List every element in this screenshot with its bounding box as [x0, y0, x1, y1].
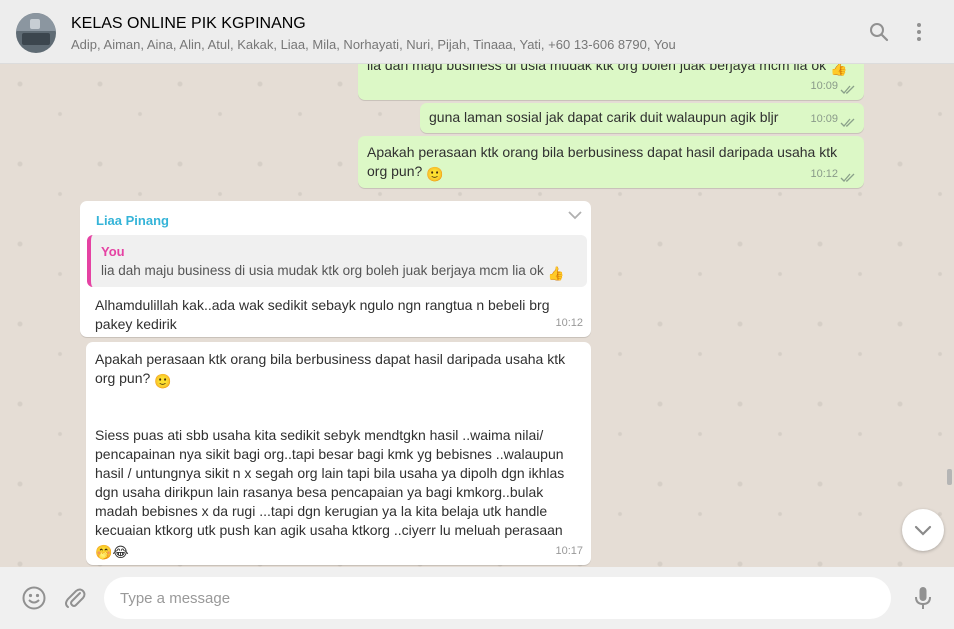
message-time: 10:17	[555, 545, 583, 557]
message-text: org pun?	[95, 370, 151, 386]
outgoing-message[interactable]: Apakah perasaan ktk orang bila berbusine…	[358, 136, 864, 188]
message-input[interactable]	[104, 577, 891, 619]
group-avatar[interactable]	[16, 13, 56, 53]
group-title[interactable]: KELAS ONLINE PIK KGPINANG	[71, 15, 306, 33]
incoming-message[interactable]: Liaa Pinang You lia dah maju business di…	[80, 201, 591, 337]
laughing-emoji: 🤭😂	[95, 544, 129, 560]
chat-header: KELAS ONLINE PIK KGPINANG Adip, Aiman, A…	[0, 0, 954, 64]
chevron-down-icon	[914, 525, 932, 536]
outgoing-message[interactable]: lia dah maju business di usia mudak ktk …	[358, 64, 864, 100]
message-time: 10:12	[555, 317, 583, 329]
double-check-icon	[840, 173, 855, 182]
message-text: pakey kedirik	[95, 316, 177, 332]
search-icon[interactable]	[867, 20, 891, 44]
message-text: org pun?	[367, 163, 423, 179]
message-line: madah bebisnes x da rugi ...tapi dgn ker…	[95, 503, 548, 519]
group-members[interactable]: Adip, Aiman, Aina, Alin, Atul, Kakak, Li…	[71, 37, 676, 52]
chat-area[interactable]: lia dah maju business di usia mudak ktk …	[0, 64, 954, 567]
quote-author: You	[101, 244, 125, 259]
message-time: 10:12	[810, 168, 838, 180]
message-time: 10:09	[810, 113, 838, 125]
message-line: kecuaian ktkorg utk push kan agik usaha …	[95, 522, 563, 538]
smile-emoji: 🙂	[154, 373, 172, 389]
menu-icon[interactable]	[907, 20, 931, 44]
smile-emoji: 🙂	[426, 166, 444, 182]
incoming-message[interactable]: Apakah perasaan ktk orang bila berbusine…	[86, 342, 591, 565]
double-check-icon	[840, 85, 855, 94]
attach-icon[interactable]	[62, 585, 88, 611]
message-line: dgn usaha dirikpun lain rasanya besa pen…	[95, 484, 544, 500]
outgoing-message[interactable]: guna laman sosial jak dapat carik duit w…	[420, 103, 864, 133]
quote-text: lia dah maju business di usia mudak ktk …	[101, 263, 544, 278]
message-line: pencapainan nya sikit bagi org..tapi bes…	[95, 446, 564, 462]
emoji-icon[interactable]	[21, 585, 47, 611]
message-text: Alhamdulillah kak..ada wak sedikit sebay…	[95, 297, 550, 313]
message-time: 10:09	[810, 80, 838, 92]
scrollbar[interactable]	[947, 469, 952, 485]
message-text: lia dah maju business di usia mudak ktk …	[367, 64, 827, 73]
quoted-message[interactable]: You lia dah maju business di usia mudak …	[87, 235, 587, 287]
thumbs-up-emoji: 👍	[547, 266, 565, 281]
message-text: guna laman sosial jak dapat carik duit w…	[429, 109, 779, 125]
mic-icon[interactable]	[910, 585, 936, 611]
message-line: hasil / untungnya sikit n x segah org la…	[95, 465, 565, 481]
scroll-to-bottom-button[interactable]	[902, 509, 944, 551]
double-check-icon	[840, 118, 855, 127]
thumbs-up-emoji: 👍	[830, 64, 848, 76]
message-text: Apakah perasaan ktk orang bila berbusine…	[367, 144, 838, 160]
sender-name[interactable]: Liaa Pinang	[96, 211, 169, 230]
compose-bar	[0, 567, 954, 629]
chevron-down-icon[interactable]	[567, 209, 583, 221]
message-text: Apakah perasaan ktk orang bila berbusine…	[95, 351, 566, 367]
message-line: Siess puas ati sbb usaha kita sedikit se…	[95, 427, 544, 443]
